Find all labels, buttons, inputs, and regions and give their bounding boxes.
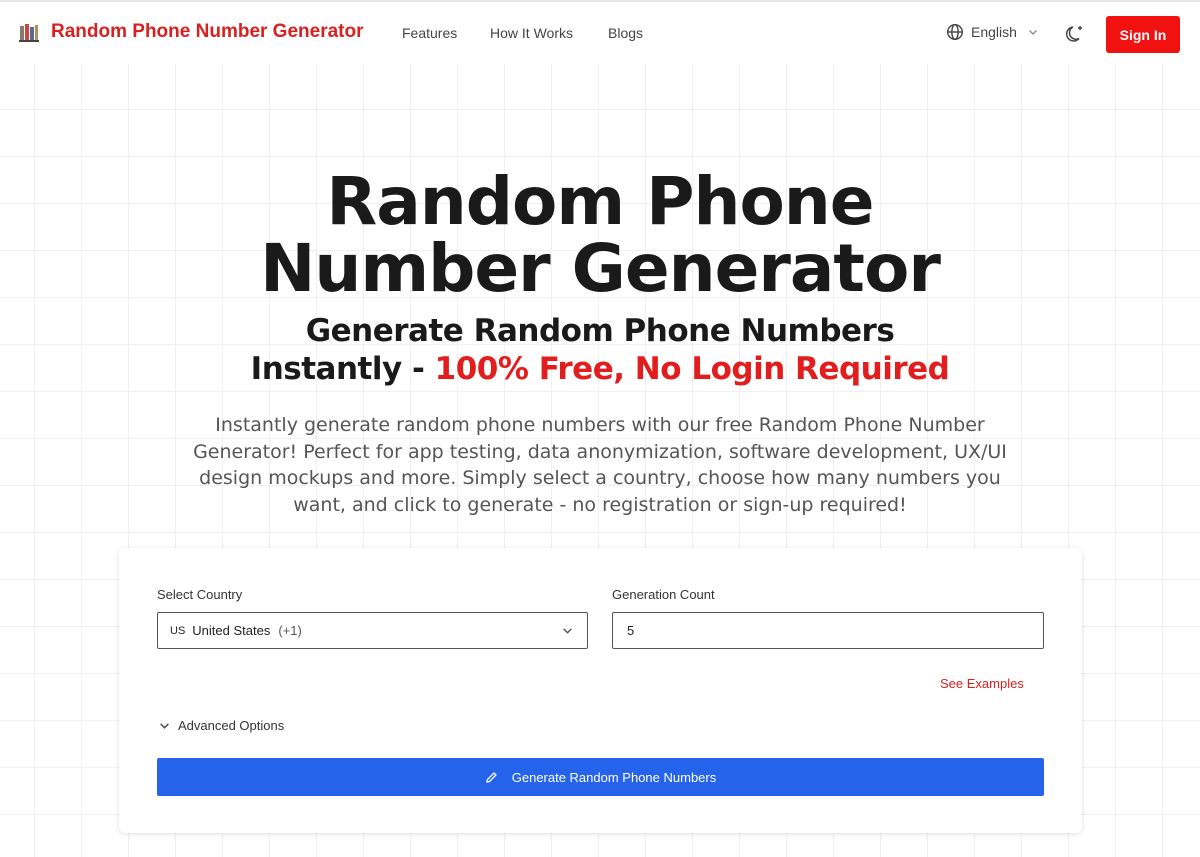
generation-count-input[interactable] bbox=[612, 612, 1044, 649]
chevron-down-icon bbox=[1028, 30, 1037, 35]
site-header: Random Phone Number Generator Features H… bbox=[0, 2, 1200, 64]
hero-description: Instantly generate random phone numbers … bbox=[193, 414, 1007, 516]
subtitle-line-1: Generate Random Phone Numbers bbox=[305, 313, 895, 349]
language-label: English bbox=[971, 24, 1017, 40]
nav-features[interactable]: Features bbox=[402, 25, 457, 41]
title-line-1: Random Phone bbox=[326, 163, 874, 240]
country-label: Select Country bbox=[157, 587, 243, 602]
chevron-down-icon bbox=[160, 723, 169, 729]
page-title: Random Phone Number Generator bbox=[0, 168, 1200, 302]
sign-in-button[interactable]: Sign In bbox=[1106, 16, 1180, 53]
country-flag-code: US bbox=[170, 624, 186, 637]
generate-button-label: Generate Random Phone Numbers bbox=[511, 769, 717, 785]
country-name: United States bbox=[192, 623, 271, 638]
country-select[interactable]: US United States (+1) bbox=[157, 612, 588, 649]
generate-button[interactable]: Generate Random Phone Numbers bbox=[157, 758, 1044, 796]
count-label: Generation Count bbox=[612, 587, 715, 602]
nav-blogs[interactable]: Blogs bbox=[608, 25, 643, 41]
subtitle-highlight: 100% Free, No Login Required bbox=[434, 351, 950, 387]
page-subtitle: Generate Random Phone Numbers Instantly … bbox=[0, 312, 1200, 388]
generator-card: Select Country Generation Count US Unite… bbox=[119, 548, 1082, 833]
title-line-2: Number Generator bbox=[260, 230, 941, 307]
nav-how-it-works[interactable]: How It Works bbox=[490, 25, 573, 41]
subtitle-line-2: Instantly - 100% Free, No Login Required bbox=[0, 350, 1200, 388]
advanced-options-toggle[interactable]: Advanced Options bbox=[159, 718, 284, 733]
brand-link[interactable]: Random Phone Number Generator bbox=[51, 21, 364, 43]
pencil-icon bbox=[485, 771, 497, 783]
chevron-down-icon bbox=[563, 628, 572, 634]
dark-mode-toggle-icon[interactable] bbox=[1064, 23, 1086, 45]
see-examples-link[interactable]: See Examples bbox=[940, 676, 1024, 691]
advanced-options-label: Advanced Options bbox=[178, 718, 285, 733]
language-selector[interactable]: English bbox=[946, 23, 1038, 41]
globe-icon bbox=[946, 23, 964, 41]
country-dial-code: (+1) bbox=[278, 623, 302, 638]
subtitle-prefix: Instantly - bbox=[250, 351, 435, 387]
logo-icon bbox=[19, 24, 39, 42]
